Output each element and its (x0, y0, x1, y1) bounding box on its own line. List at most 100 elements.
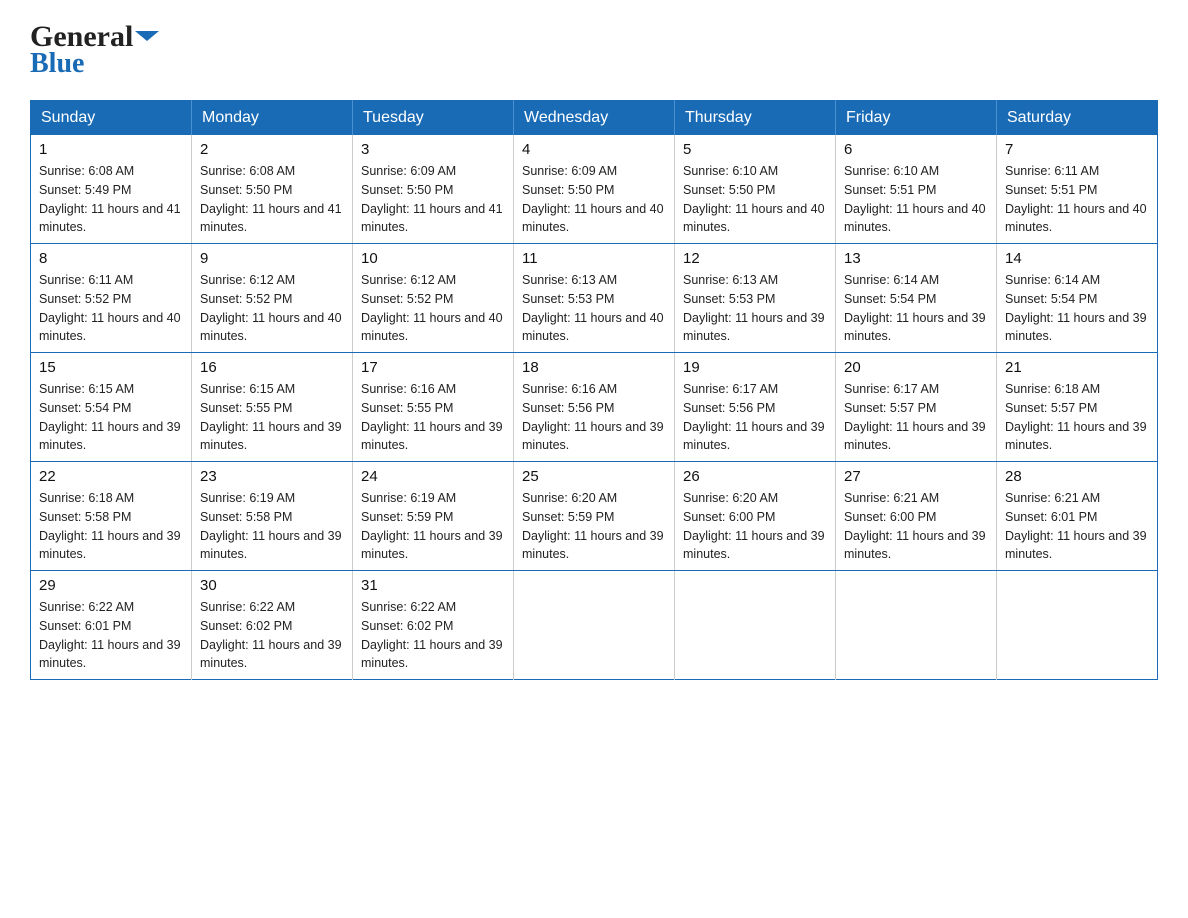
day-info: Sunrise: 6:15 AM Sunset: 5:54 PM Dayligh… (39, 380, 183, 455)
day-info: Sunrise: 6:18 AM Sunset: 5:57 PM Dayligh… (1005, 380, 1149, 455)
col-header-thursday: Thursday (675, 101, 836, 136)
calendar-table: SundayMondayTuesdayWednesdayThursdayFrid… (30, 100, 1158, 680)
day-info: Sunrise: 6:22 AM Sunset: 6:01 PM Dayligh… (39, 598, 183, 673)
col-header-monday: Monday (192, 101, 353, 136)
day-number: 15 (39, 359, 183, 376)
calendar-cell: 12 Sunrise: 6:13 AM Sunset: 5:53 PM Dayl… (675, 244, 836, 353)
logo: General Blue (30, 20, 161, 80)
calendar-cell: 11 Sunrise: 6:13 AM Sunset: 5:53 PM Dayl… (514, 244, 675, 353)
calendar-cell: 29 Sunrise: 6:22 AM Sunset: 6:01 PM Dayl… (31, 571, 192, 680)
day-number: 3 (361, 141, 505, 158)
col-header-tuesday: Tuesday (353, 101, 514, 136)
calendar-cell: 16 Sunrise: 6:15 AM Sunset: 5:55 PM Dayl… (192, 353, 353, 462)
day-number: 4 (522, 141, 666, 158)
day-info: Sunrise: 6:10 AM Sunset: 5:51 PM Dayligh… (844, 162, 988, 237)
calendar-cell: 19 Sunrise: 6:17 AM Sunset: 5:56 PM Dayl… (675, 353, 836, 462)
day-info: Sunrise: 6:16 AM Sunset: 5:56 PM Dayligh… (522, 380, 666, 455)
col-header-wednesday: Wednesday (514, 101, 675, 136)
calendar-cell: 20 Sunrise: 6:17 AM Sunset: 5:57 PM Dayl… (836, 353, 997, 462)
calendar-week-row: 22 Sunrise: 6:18 AM Sunset: 5:58 PM Dayl… (31, 462, 1158, 571)
day-number: 13 (844, 250, 988, 267)
day-info: Sunrise: 6:10 AM Sunset: 5:50 PM Dayligh… (683, 162, 827, 237)
day-number: 1 (39, 141, 183, 158)
day-info: Sunrise: 6:21 AM Sunset: 6:01 PM Dayligh… (1005, 489, 1149, 564)
day-number: 2 (200, 141, 344, 158)
calendar-cell (514, 571, 675, 680)
day-info: Sunrise: 6:09 AM Sunset: 5:50 PM Dayligh… (522, 162, 666, 237)
day-number: 10 (361, 250, 505, 267)
day-info: Sunrise: 6:22 AM Sunset: 6:02 PM Dayligh… (200, 598, 344, 673)
calendar-cell: 22 Sunrise: 6:18 AM Sunset: 5:58 PM Dayl… (31, 462, 192, 571)
day-info: Sunrise: 6:19 AM Sunset: 5:58 PM Dayligh… (200, 489, 344, 564)
col-header-friday: Friday (836, 101, 997, 136)
day-number: 18 (522, 359, 666, 376)
day-number: 12 (683, 250, 827, 267)
calendar-cell: 5 Sunrise: 6:10 AM Sunset: 5:50 PM Dayli… (675, 135, 836, 244)
day-info: Sunrise: 6:15 AM Sunset: 5:55 PM Dayligh… (200, 380, 344, 455)
day-info: Sunrise: 6:11 AM Sunset: 5:51 PM Dayligh… (1005, 162, 1149, 237)
calendar-cell: 10 Sunrise: 6:12 AM Sunset: 5:52 PM Dayl… (353, 244, 514, 353)
day-info: Sunrise: 6:08 AM Sunset: 5:50 PM Dayligh… (200, 162, 344, 237)
col-header-saturday: Saturday (997, 101, 1158, 136)
calendar-cell: 1 Sunrise: 6:08 AM Sunset: 5:49 PM Dayli… (31, 135, 192, 244)
calendar-cell (675, 571, 836, 680)
day-number: 30 (200, 577, 344, 594)
calendar-week-row: 8 Sunrise: 6:11 AM Sunset: 5:52 PM Dayli… (31, 244, 1158, 353)
day-number: 17 (361, 359, 505, 376)
day-info: Sunrise: 6:22 AM Sunset: 6:02 PM Dayligh… (361, 598, 505, 673)
day-info: Sunrise: 6:11 AM Sunset: 5:52 PM Dayligh… (39, 271, 183, 346)
day-number: 6 (844, 141, 988, 158)
day-info: Sunrise: 6:08 AM Sunset: 5:49 PM Dayligh… (39, 162, 183, 237)
col-header-sunday: Sunday (31, 101, 192, 136)
day-info: Sunrise: 6:16 AM Sunset: 5:55 PM Dayligh… (361, 380, 505, 455)
day-number: 8 (39, 250, 183, 267)
calendar-cell: 2 Sunrise: 6:08 AM Sunset: 5:50 PM Dayli… (192, 135, 353, 244)
calendar-cell: 31 Sunrise: 6:22 AM Sunset: 6:02 PM Dayl… (353, 571, 514, 680)
day-info: Sunrise: 6:09 AM Sunset: 5:50 PM Dayligh… (361, 162, 505, 237)
calendar-cell: 26 Sunrise: 6:20 AM Sunset: 6:00 PM Dayl… (675, 462, 836, 571)
calendar-cell: 28 Sunrise: 6:21 AM Sunset: 6:01 PM Dayl… (997, 462, 1158, 571)
calendar-cell: 14 Sunrise: 6:14 AM Sunset: 5:54 PM Dayl… (997, 244, 1158, 353)
calendar-cell: 8 Sunrise: 6:11 AM Sunset: 5:52 PM Dayli… (31, 244, 192, 353)
day-info: Sunrise: 6:17 AM Sunset: 5:57 PM Dayligh… (844, 380, 988, 455)
day-number: 20 (844, 359, 988, 376)
day-number: 22 (39, 468, 183, 485)
day-number: 25 (522, 468, 666, 485)
day-number: 28 (1005, 468, 1149, 485)
day-info: Sunrise: 6:20 AM Sunset: 6:00 PM Dayligh… (683, 489, 827, 564)
calendar-cell: 25 Sunrise: 6:20 AM Sunset: 5:59 PM Dayl… (514, 462, 675, 571)
calendar-cell (836, 571, 997, 680)
day-number: 27 (844, 468, 988, 485)
calendar-week-row: 1 Sunrise: 6:08 AM Sunset: 5:49 PM Dayli… (31, 135, 1158, 244)
calendar-cell (997, 571, 1158, 680)
calendar-cell: 27 Sunrise: 6:21 AM Sunset: 6:00 PM Dayl… (836, 462, 997, 571)
day-info: Sunrise: 6:17 AM Sunset: 5:56 PM Dayligh… (683, 380, 827, 455)
day-number: 26 (683, 468, 827, 485)
calendar-cell: 15 Sunrise: 6:15 AM Sunset: 5:54 PM Dayl… (31, 353, 192, 462)
day-number: 19 (683, 359, 827, 376)
calendar-cell: 6 Sunrise: 6:10 AM Sunset: 5:51 PM Dayli… (836, 135, 997, 244)
day-number: 16 (200, 359, 344, 376)
day-number: 29 (39, 577, 183, 594)
day-number: 7 (1005, 141, 1149, 158)
day-number: 11 (522, 250, 666, 267)
logo-triangle-icon (135, 31, 159, 41)
day-info: Sunrise: 6:12 AM Sunset: 5:52 PM Dayligh… (361, 271, 505, 346)
day-info: Sunrise: 6:13 AM Sunset: 5:53 PM Dayligh… (683, 271, 827, 346)
calendar-cell: 18 Sunrise: 6:16 AM Sunset: 5:56 PM Dayl… (514, 353, 675, 462)
day-info: Sunrise: 6:18 AM Sunset: 5:58 PM Dayligh… (39, 489, 183, 564)
day-number: 21 (1005, 359, 1149, 376)
day-number: 5 (683, 141, 827, 158)
page-header: General Blue (30, 20, 1158, 80)
day-info: Sunrise: 6:21 AM Sunset: 6:00 PM Dayligh… (844, 489, 988, 564)
day-number: 24 (361, 468, 505, 485)
day-number: 9 (200, 250, 344, 267)
calendar-cell: 3 Sunrise: 6:09 AM Sunset: 5:50 PM Dayli… (353, 135, 514, 244)
calendar-header-row: SundayMondayTuesdayWednesdayThursdayFrid… (31, 101, 1158, 136)
day-number: 31 (361, 577, 505, 594)
day-info: Sunrise: 6:14 AM Sunset: 5:54 PM Dayligh… (844, 271, 988, 346)
calendar-cell: 7 Sunrise: 6:11 AM Sunset: 5:51 PM Dayli… (997, 135, 1158, 244)
day-number: 14 (1005, 250, 1149, 267)
calendar-cell: 13 Sunrise: 6:14 AM Sunset: 5:54 PM Dayl… (836, 244, 997, 353)
calendar-cell: 9 Sunrise: 6:12 AM Sunset: 5:52 PM Dayli… (192, 244, 353, 353)
